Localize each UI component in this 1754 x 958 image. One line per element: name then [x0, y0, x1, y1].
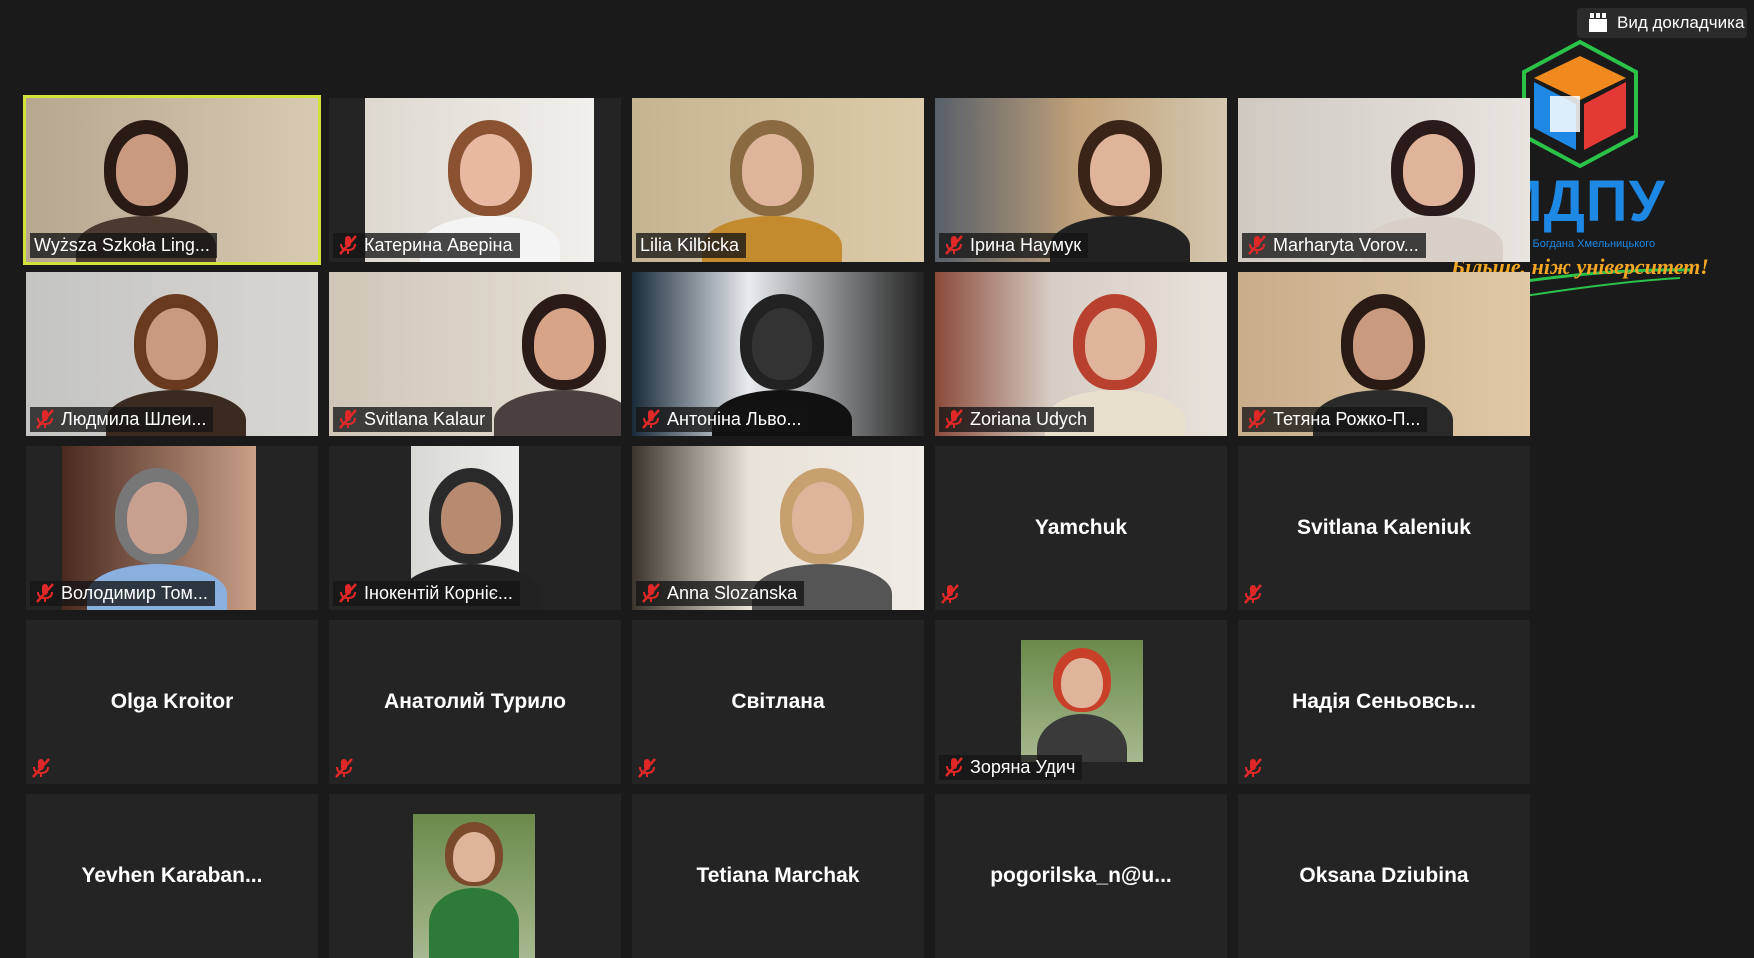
muted-microphone-icon: [636, 758, 658, 778]
participant-name: Зоряна Удич: [970, 757, 1076, 777]
participant-name: Olga Kroitor: [110, 690, 234, 713]
muted-microphone-icon: [34, 409, 56, 429]
participant-name: Zoriana Udych: [970, 409, 1088, 429]
participant-tile[interactable]: Anna Slozanska: [632, 446, 924, 610]
participant-name-label: Зоряна Удич: [939, 755, 1083, 780]
muted-microphone-icon: [34, 583, 56, 603]
participant-name-label: Катерина Аверіна: [333, 233, 520, 258]
participant-name-label: Тетяна Рожко-П...: [1242, 407, 1428, 432]
participant-name: Інокентій Корніє...: [364, 583, 513, 603]
participant-name-label: Антоніна Льво...: [636, 407, 809, 432]
muted-microphone-icon: [943, 409, 965, 429]
participant-tile[interactable]: Ірина Наумук: [935, 98, 1227, 262]
avatar: [413, 814, 535, 958]
muted-microphone-icon: [1246, 235, 1268, 255]
participant-name-label: Wyższa Szkoła Ling...: [30, 233, 217, 258]
participant-tile[interactable]: Olga Kroitor: [26, 620, 318, 784]
participant-name: Володимир Том...: [61, 583, 208, 603]
avatar: [1021, 640, 1143, 762]
participant-tile[interactable]: Marharyta Vorov...: [1238, 98, 1530, 262]
participant-tile[interactable]: Yevhen Karaban...: [26, 794, 318, 958]
participant-name: Lilia Kilbicka: [640, 235, 740, 255]
muted-microphone-icon: [939, 584, 961, 604]
participant-name-label: Lilia Kilbicka: [636, 233, 747, 258]
participant-tile[interactable]: Людмила Шлеи...: [26, 272, 318, 436]
participant-name: pogorilska_n@u...: [990, 864, 1172, 887]
participant-tile[interactable]: Svitlana Kalaur: [329, 272, 621, 436]
participant-name: Надія Сеньовсь...: [1292, 690, 1476, 713]
participant-name: Антоніна Льво...: [667, 409, 802, 429]
participant-tile[interactable]: Svitlana Kaleniuk: [1238, 446, 1530, 610]
speaker-view-button[interactable]: Вид докладчика: [1577, 8, 1747, 38]
participant-tile[interactable]: Надія Сеньовсь...: [1238, 620, 1530, 784]
participant-name: Marharyta Vorov...: [1273, 235, 1419, 255]
participant-name-label: Svitlana Kalaur: [333, 407, 493, 432]
speaker-view-label: Вид докладчика: [1617, 13, 1745, 32]
participant-tile[interactable]: Oksana Dziubina: [1238, 794, 1530, 958]
participant-name-label: Ірина Наумук: [939, 233, 1089, 258]
muted-microphone-icon: [337, 235, 359, 255]
participant-tile[interactable]: Антоніна Льво...: [632, 272, 924, 436]
participant-name: Anna Slozanska: [667, 583, 798, 603]
participant-name-label: Інокентій Корніє...: [333, 581, 520, 606]
muted-microphone-icon: [337, 409, 359, 429]
muted-microphone-icon: [640, 583, 662, 603]
muted-microphone-icon: [1242, 758, 1264, 778]
participant-tile[interactable]: pogorilska_n@u...: [935, 794, 1227, 958]
participant-tile[interactable]: Zoriana Udych: [935, 272, 1227, 436]
participant-tile[interactable]: Катерина Аверіна: [329, 98, 621, 262]
muted-microphone-icon: [1246, 409, 1268, 429]
muted-microphone-icon: [943, 235, 965, 255]
muted-microphone-icon: [640, 409, 662, 429]
participant-name: Людмила Шлеи...: [61, 409, 207, 429]
participant-tile[interactable]: Володимир Том...: [26, 446, 318, 610]
participant-name-label: Zoriana Udych: [939, 407, 1095, 432]
participant-tile[interactable]: Світлана: [632, 620, 924, 784]
participant-name: Світлана: [731, 690, 825, 713]
participant-name: Ірина Наумук: [970, 235, 1082, 255]
muted-microphone-icon: [30, 758, 52, 778]
participant-tile[interactable]: Анатолий Турило: [329, 620, 621, 784]
muted-microphone-icon: [943, 757, 965, 777]
participant-tile[interactable]: Інокентій Корніє...: [329, 446, 621, 610]
participant-name: Wyższa Szkoła Ling...: [34, 235, 210, 255]
participant-tile[interactable]: [329, 794, 621, 958]
participant-name: Катерина Аверіна: [364, 235, 513, 255]
participant-tile[interactable]: Wyższa Szkoła Ling...: [23, 95, 321, 265]
muted-microphone-icon: [1242, 584, 1264, 604]
participant-name: Yevhen Karaban...: [81, 864, 263, 887]
participant-tile[interactable]: Тетяна Рожко-П...: [1238, 272, 1530, 436]
participant-name: Тетяна Рожко-П...: [1273, 409, 1421, 429]
participant-name-label: Володимир Том...: [30, 581, 215, 606]
participant-tile[interactable]: Yamchuk: [935, 446, 1227, 610]
muted-microphone-icon: [337, 583, 359, 603]
participant-name: Svitlana Kaleniuk: [1297, 516, 1471, 539]
participant-name-label: Людмила Шлеи...: [30, 407, 214, 432]
participant-name: Oksana Dziubina: [1299, 864, 1469, 887]
participant-name: Yamchuk: [1034, 516, 1128, 539]
participant-name: Tetiana Marchak: [696, 864, 860, 887]
participant-name-label: Anna Slozanska: [636, 581, 805, 606]
speaker-view-icon: [1587, 12, 1609, 34]
participant-tile[interactable]: Tetiana Marchak: [632, 794, 924, 958]
participant-name-label: Marharyta Vorov...: [1242, 233, 1426, 258]
participant-tile[interactable]: Lilia Kilbicka: [632, 98, 924, 262]
participant-name: Svitlana Kalaur: [364, 409, 486, 429]
muted-microphone-icon: [333, 758, 355, 778]
participant-name: Анатолий Турило: [384, 690, 566, 713]
participant-tile[interactable]: Зоряна Удич: [935, 620, 1227, 784]
